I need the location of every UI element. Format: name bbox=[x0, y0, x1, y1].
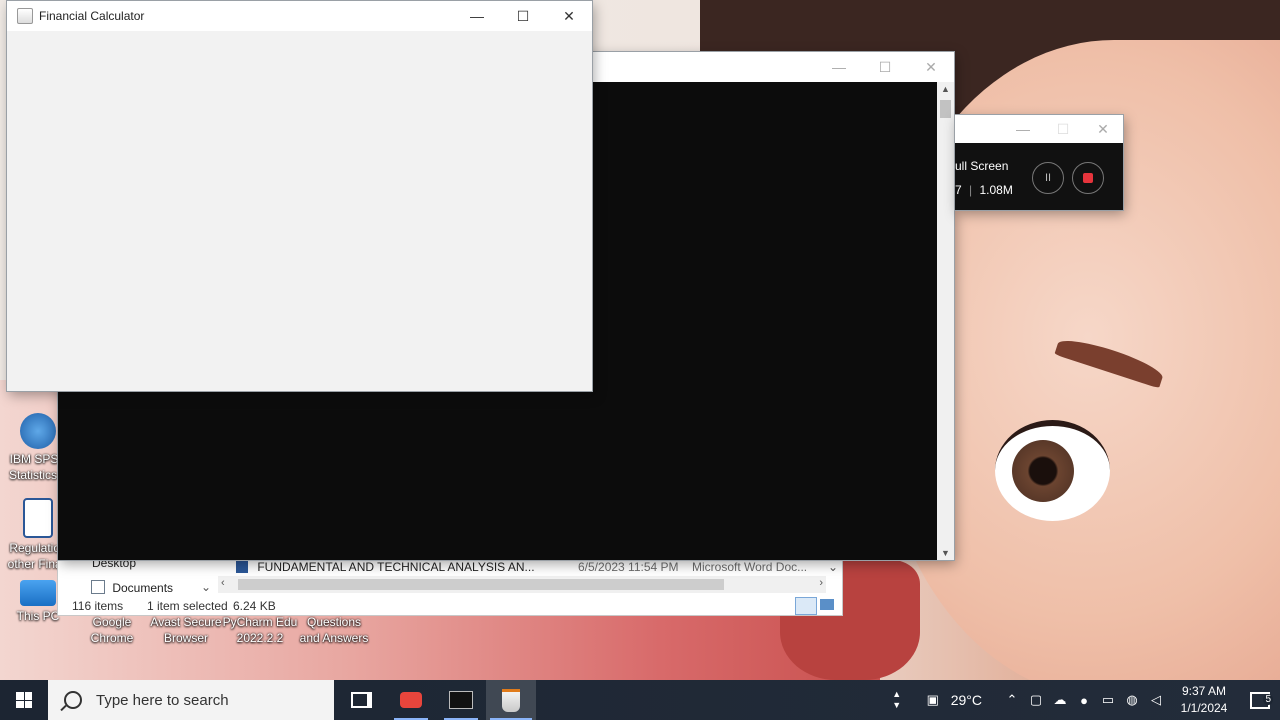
desktop-icon-questions[interactable]: Questions and Answers bbox=[296, 614, 372, 646]
nav-expand-chevron-icon[interactable]: ⌄ bbox=[201, 580, 211, 594]
documents-folder-icon bbox=[91, 580, 105, 594]
taskbar-app-recorder[interactable] bbox=[386, 680, 436, 720]
recording-elapsed: 7 | 1.08M bbox=[955, 183, 1013, 197]
taskbar: Type here to search ▲ ▼ ▣ 29°C ⌃ ▢ ☁ ● ▭ … bbox=[0, 680, 1280, 720]
screen-recorder-window: — ☐ ✕ ull Screen 7 | 1.08M II bbox=[955, 115, 1123, 210]
recorder-titlebar[interactable]: — ☐ ✕ bbox=[955, 115, 1123, 143]
scrollbar-thumb[interactable] bbox=[940, 100, 951, 118]
financial-calculator-window: Financial Calculator — ☐ ✕ bbox=[7, 1, 592, 391]
taskbar-app-java[interactable] bbox=[486, 680, 536, 720]
window-title: Financial Calculator bbox=[39, 9, 145, 23]
onedrive-icon[interactable]: ☁ bbox=[1048, 692, 1072, 708]
taskbar-app-console[interactable] bbox=[436, 680, 486, 720]
calculator-content bbox=[7, 31, 592, 391]
notification-count-badge: 5 bbox=[1263, 693, 1273, 705]
volume-icon[interactable]: ◁ bbox=[1144, 692, 1168, 708]
file-date: 6/5/2023 11:54 PM bbox=[578, 560, 679, 574]
search-placeholder: Type here to search bbox=[96, 691, 229, 709]
maximize-button[interactable]: ☐ bbox=[1043, 114, 1083, 144]
clock[interactable]: 9:37 AM 1/1/2024 bbox=[1168, 683, 1240, 717]
file-size: 1.08M bbox=[979, 183, 1013, 197]
chevron-up-icon[interactable]: ⌃ bbox=[1000, 692, 1024, 708]
nav-item-documents[interactable]: Documents bbox=[91, 580, 173, 595]
battery-icon[interactable]: ▭ bbox=[1096, 692, 1120, 708]
desktop-icon-label: Questions and Answers bbox=[299, 615, 369, 645]
search-icon bbox=[64, 691, 82, 709]
taskbar-scroll-icon[interactable]: ▲ ▼ bbox=[885, 689, 909, 711]
weather-temperature[interactable]: 29°C bbox=[951, 692, 982, 708]
horizontal-scrollbar[interactable]: ‹ › bbox=[218, 576, 826, 593]
clock-time: 9:37 AM bbox=[1181, 684, 1227, 698]
minimize-button[interactable]: — bbox=[816, 52, 862, 82]
file-row[interactable]: FUNDAMENTAL AND TECHNICAL ANALYSIS AN...… bbox=[236, 560, 842, 574]
nav-item-label: Documents bbox=[112, 581, 174, 595]
vertical-scrollbar[interactable]: ▲ ▼ bbox=[937, 82, 954, 560]
selection-count: 1 item selected bbox=[147, 599, 228, 613]
desktop-icon-label: Avast Secure Browser bbox=[150, 615, 222, 645]
close-button[interactable]: ✕ bbox=[1083, 114, 1123, 144]
maximize-button[interactable]: ☐ bbox=[500, 1, 546, 31]
column-chevron-icon[interactable]: ⌄ bbox=[828, 560, 838, 574]
microphone-icon[interactable]: ● bbox=[1072, 693, 1096, 708]
pause-button[interactable]: II bbox=[1032, 162, 1064, 194]
network-globe-icon[interactable]: ◍ bbox=[1120, 692, 1144, 708]
details-view-icon[interactable] bbox=[795, 597, 817, 615]
scroll-left-icon[interactable]: ‹ bbox=[221, 577, 225, 589]
selection-size: 6.24 KB bbox=[233, 599, 276, 613]
recorder-app-icon bbox=[400, 692, 422, 708]
scroll-right-icon[interactable]: › bbox=[819, 577, 823, 589]
desktop-icon-label: Google Chrome bbox=[90, 615, 134, 645]
file-explorer-window: Desktop Documents ⌄ FUNDAMENTAL AND TECH… bbox=[58, 556, 842, 615]
this-pc-icon bbox=[20, 580, 56, 606]
task-view-button[interactable] bbox=[336, 680, 386, 720]
meet-now-icon[interactable]: ▢ bbox=[1024, 692, 1048, 708]
windows-logo-icon bbox=[16, 692, 32, 708]
system-tray: ▲ ▼ ▣ 29°C ⌃ ▢ ☁ ● ▭ ◍ ◁ 9:37 AM 1/1/2024… bbox=[885, 680, 1280, 720]
close-button[interactable]: ✕ bbox=[908, 52, 954, 82]
desktop-icon-label: This PC bbox=[16, 609, 60, 623]
desktop-icon-avast[interactable]: Avast Secure Browser bbox=[148, 614, 224, 646]
java-icon bbox=[502, 688, 520, 712]
stop-icon bbox=[1083, 173, 1093, 183]
minimize-button[interactable]: — bbox=[454, 1, 500, 31]
desktop-icon-chrome[interactable]: Google Chrome bbox=[74, 614, 150, 646]
minimize-button[interactable]: — bbox=[1003, 114, 1043, 144]
file-type: Microsoft Word Doc... bbox=[692, 560, 808, 574]
clock-date: 1/1/2024 bbox=[1180, 701, 1228, 715]
item-count: 116 items bbox=[72, 599, 124, 613]
maximize-button[interactable]: ☐ bbox=[862, 52, 908, 82]
start-button[interactable] bbox=[0, 680, 48, 720]
desktop-icon-pycharm[interactable]: PyCharm Edu 2022.2.2 bbox=[222, 614, 298, 646]
ibm-spss-icon bbox=[20, 413, 56, 449]
notifications-button[interactable]: 5 bbox=[1240, 691, 1280, 709]
calculator-titlebar[interactable]: Financial Calculator — ☐ ✕ bbox=[7, 1, 592, 31]
regulation-doc-icon bbox=[23, 498, 53, 538]
status-bar: 116 items 1 item selected 6.24 KB bbox=[58, 597, 842, 615]
search-box[interactable]: Type here to search bbox=[48, 680, 334, 720]
word-doc-icon bbox=[236, 561, 248, 573]
task-view-icon bbox=[350, 692, 372, 708]
recording-mode: ull Screen bbox=[955, 159, 1009, 173]
scroll-up-icon[interactable]: ▲ bbox=[937, 84, 954, 94]
stop-button[interactable] bbox=[1072, 162, 1104, 194]
elapsed-value: 7 bbox=[955, 183, 962, 197]
java-app-icon bbox=[17, 8, 33, 24]
file-name: FUNDAMENTAL AND TECHNICAL ANALYSIS AN... bbox=[257, 560, 535, 574]
terminal-icon bbox=[449, 691, 473, 709]
weather-icon[interactable]: ▣ bbox=[921, 692, 945, 708]
desktop-icon-label: PyCharm Edu 2022.2.2 bbox=[222, 615, 298, 645]
large-icons-view-icon[interactable] bbox=[820, 599, 834, 610]
close-button[interactable]: ✕ bbox=[546, 1, 592, 31]
scrollbar-thumb[interactable] bbox=[238, 579, 724, 590]
pause-icon: II bbox=[1044, 172, 1052, 184]
scroll-down-icon[interactable]: ▼ bbox=[937, 548, 954, 558]
